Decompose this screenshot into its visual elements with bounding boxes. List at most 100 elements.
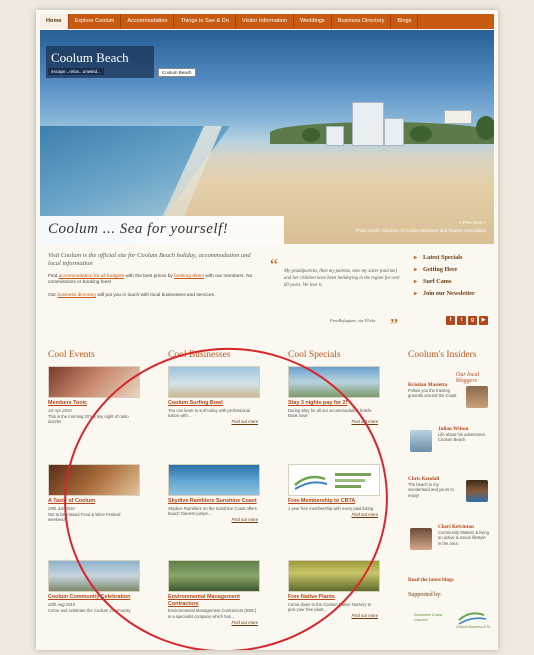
insider-description: Follow you the training grounds around t… [408,388,457,399]
special-description: During May for all our accommodation hot… [288,407,373,418]
section-title-events: Cool Events [48,350,95,360]
slideshow-controls[interactable]: « Prev Next » [459,220,486,225]
nav-blogs[interactable]: Blogs [391,14,419,29]
link-latest-specials[interactable]: Latest Specials [414,254,494,261]
intro-text-run: will put you in touch with local busines… [96,292,216,298]
hero-tree [476,116,494,140]
quick-links: Latest Specials Getting Here Surf Cams J… [414,254,494,302]
booking-direct-link[interactable]: booking direct [174,274,204,279]
nav-things-to-see-do[interactable]: Things to See & Do [174,14,236,29]
nav-home[interactable]: Home [40,14,69,29]
special-title[interactable]: Stay 3 nights pay for 2! [288,400,378,407]
avatar[interactable] [466,386,488,408]
find-out-more-link[interactable]: Find out more [288,613,378,618]
event-title[interactable]: Members Tonic [48,400,138,407]
nav-weddings[interactable]: Weddings [294,14,332,29]
special-image[interactable] [288,560,380,592]
business-card: Environmental Management Contractors Env… [168,560,260,625]
intro-text: Visit Coolum is the official site for Co… [48,252,258,305]
nav-visitor-information[interactable]: Visitor Information [236,14,294,29]
event-description: Come and celebrate the Coolum Community [48,608,131,613]
facebook-icon[interactable]: f [446,316,455,325]
business-card: Skydive Ramblers Sunshine Coast Skydive … [168,464,260,522]
cbta-logo-icon [294,473,371,490]
event-title[interactable]: A Taste of Coolum [48,498,138,505]
hero-slideshow[interactable]: Coolum Beach escape...relax...unwind... … [40,30,494,244]
intro-text-run: with the best prices by [124,274,175,279]
business-directory-link[interactable]: business directory [57,293,96,298]
business-title[interactable]: Coolum Surfing Bowl [168,400,258,407]
hero-building [384,118,404,146]
sunshine-coast-council-logo[interactable]: Sunshine Coast Council [414,612,446,626]
event-image[interactable] [48,366,140,398]
business-image[interactable] [168,560,260,592]
find-out-more-link[interactable]: Find out more [168,419,258,424]
title-tooltip: Coolum Beach [158,68,196,77]
insider-item: Kristian Masietta Follow you the trainin… [408,382,492,416]
special-description: Come down to the Coolum Native Nursery t… [288,601,372,612]
page-container: Home Explore Coolum Accommodation Things… [36,10,498,650]
business-title[interactable]: Environmental Management Contractors [168,594,258,607]
find-out-more-link[interactable]: Find out more [168,620,258,625]
intro-text-run: Find [48,274,59,279]
avatar[interactable] [466,480,488,502]
nav-business-directory[interactable]: Business Directory [332,14,392,29]
quote-close-icon: ” [390,315,398,335]
business-image[interactable] [168,464,260,496]
special-card: Free Membership to CBTA 1 year free memb… [288,464,380,517]
main-nav: Home Explore Coolum Accommodation Things… [40,14,494,29]
hero-building [326,126,344,146]
event-description: This is the morning 20's a tiny night of… [48,414,129,425]
special-card: Stay 3 nights pay for 2! During May for … [288,366,380,424]
event-image[interactable] [48,560,140,592]
business-image[interactable] [168,366,260,398]
event-date: 1st Apr 2010 [48,407,72,413]
insider-item: Cheri Kelvinton Community Matters & livi… [408,524,492,558]
avatar[interactable] [410,430,432,452]
insider-description: Life about his adventures, Coolum Beach [438,432,486,443]
avatar[interactable] [410,528,432,550]
section-title-businesses: Cool Businesses [168,350,231,360]
event-card: Members Tonic 1st Apr 2010 This is the m… [48,366,140,425]
business-title[interactable]: Skydive Ramblers Sunshine Coast [168,498,258,505]
event-description: Not to be missed Food & Wine Festival we… [48,512,121,523]
photo-credit: Photo Credit: Courtesy of Coolum Busines… [355,228,486,233]
nav-accommodation[interactable]: Accommodation [121,14,175,29]
link-surf-cams[interactable]: Surf Cams [414,278,494,285]
find-out-more-link[interactable]: Find out more [168,517,258,522]
special-image[interactable] [288,464,380,496]
link-getting-here[interactable]: Getting Here [414,266,494,273]
event-image[interactable] [48,464,140,496]
business-description: Environmental Management Contractors (EM… [168,608,257,619]
site-tagline: escape...relax...unwind... [48,68,104,75]
event-title[interactable]: Coolum Community Celebration [48,594,138,601]
hero-caption: Coolum ... Sea for yourself! [48,221,229,237]
insider-description: Community Matters & living an active & s… [438,530,489,546]
hero-tree [302,128,320,142]
youtube-icon[interactable]: ▶ [479,316,488,325]
find-out-more-link[interactable]: Find out more [288,419,378,424]
insider-item: Julian Wilson Life about his adventures,… [408,426,492,460]
special-title[interactable]: Free Native Plants [288,594,378,601]
event-card: A Taste of Coolum 29th Jun 2010 Not to b… [48,464,140,523]
site-title[interactable]: Coolum Beach [51,50,129,66]
intro-lead: Visit Coolum is the official site for Co… [48,252,251,267]
find-out-more-link[interactable]: Find out more [288,512,378,517]
event-card: Coolum Community Celebration 20th Aug 20… [48,560,140,613]
link-join-newsletter[interactable]: Join our Newsletter [414,290,494,297]
special-image[interactable] [288,366,380,398]
business-card: Coolum Surfing Bowl You can learn to sur… [168,366,260,424]
special-title[interactable]: Free Membership to CBTA [288,498,378,505]
event-date: 29th Jun 2010 [48,505,75,511]
special-card: Free Native Plants Come down to the Cool… [288,560,380,618]
latest-blogs-link[interactable]: Read the latest blogs [408,577,454,583]
nav-explore-coolum[interactable]: Explore Coolum [69,14,122,29]
coolum-tourism-logo[interactable]: Coolum Business & Tourism [456,606,490,632]
quote-open-icon: “ [270,255,278,275]
twitter-icon[interactable]: t [457,316,466,325]
accommodation-link[interactable]: accommodation for all budgets [59,274,124,279]
hero-caption-box: Coolum ... Sea for yourself! [40,216,284,244]
business-description: You can learn to surf today with profess… [168,407,251,418]
intro-paragraph-1: Find accommodation for all budgets with … [48,274,258,287]
flickr-icon[interactable]: g [468,316,477,325]
